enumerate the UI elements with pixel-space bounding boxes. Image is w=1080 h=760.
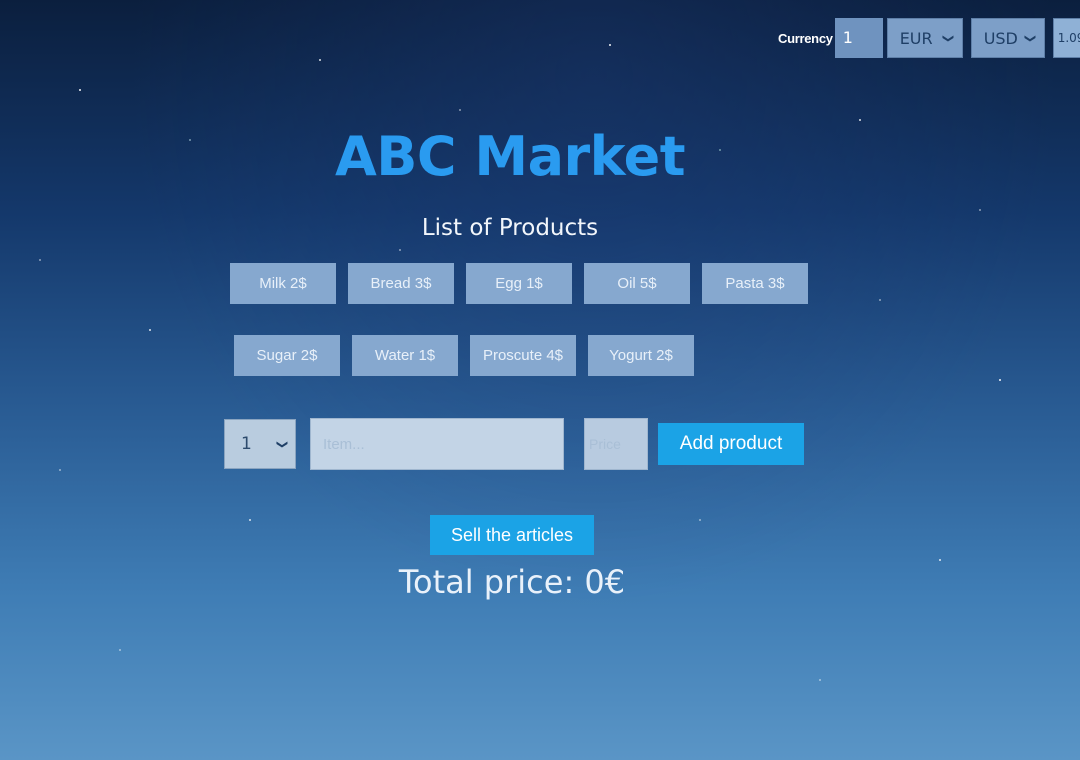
- product-button-milk[interactable]: Milk 2$: [230, 263, 336, 304]
- currency-to-select[interactable]: USD ❯: [970, 18, 1045, 58]
- currency-amount-input[interactable]: 1: [834, 18, 883, 58]
- currency-from-select[interactable]: EUR ❯: [886, 18, 963, 58]
- product-button-oil[interactable]: Oil 5$: [584, 263, 690, 304]
- product-button-egg[interactable]: Egg 1$: [466, 263, 572, 304]
- price-input[interactable]: [584, 418, 648, 470]
- currency-from-value: EUR: [899, 28, 933, 48]
- add-product-form: 1 ❯ Add product: [224, 418, 804, 470]
- quantity-value: 1: [241, 434, 252, 454]
- products-subtitle: List of Products: [421, 215, 599, 241]
- product-button-yogurt[interactable]: Yogurt 2$: [588, 335, 694, 376]
- product-button-proscute[interactable]: Proscute 4$: [470, 335, 576, 376]
- product-list: Milk 2$ Bread 3$ Egg 1$ Oil 5$ Pasta 3$ …: [230, 263, 820, 407]
- currency-label: Currency: [778, 30, 833, 46]
- product-button-bread[interactable]: Bread 3$: [348, 263, 454, 304]
- sell-articles-button[interactable]: Sell the articles: [430, 515, 594, 555]
- chevron-down-icon: ❯: [275, 439, 289, 449]
- item-input[interactable]: [310, 418, 564, 470]
- product-button-water[interactable]: Water 1$: [352, 335, 458, 376]
- total-price: Total price: 0€: [398, 563, 626, 601]
- chevron-down-icon: ❯: [1024, 33, 1038, 43]
- product-row: Sugar 2$ Water 1$ Proscute 4$ Yogurt 2$: [230, 335, 820, 376]
- page-title: ABC Market: [334, 125, 686, 188]
- chevron-down-icon: ❯: [942, 33, 956, 43]
- currency-to-value: USD: [983, 28, 1018, 48]
- add-product-button[interactable]: Add product: [658, 423, 804, 465]
- product-row: Milk 2$ Bread 3$ Egg 1$ Oil 5$ Pasta 3$: [230, 263, 820, 304]
- quantity-select[interactable]: 1 ❯: [224, 419, 296, 469]
- exchange-rate-field[interactable]: 1.09: [1052, 18, 1080, 58]
- product-button-pasta[interactable]: Pasta 3$: [702, 263, 808, 304]
- currency-converter: Currency 1 EUR ❯ USD ❯ 1.09: [778, 18, 1080, 58]
- product-button-sugar[interactable]: Sugar 2$: [234, 335, 340, 376]
